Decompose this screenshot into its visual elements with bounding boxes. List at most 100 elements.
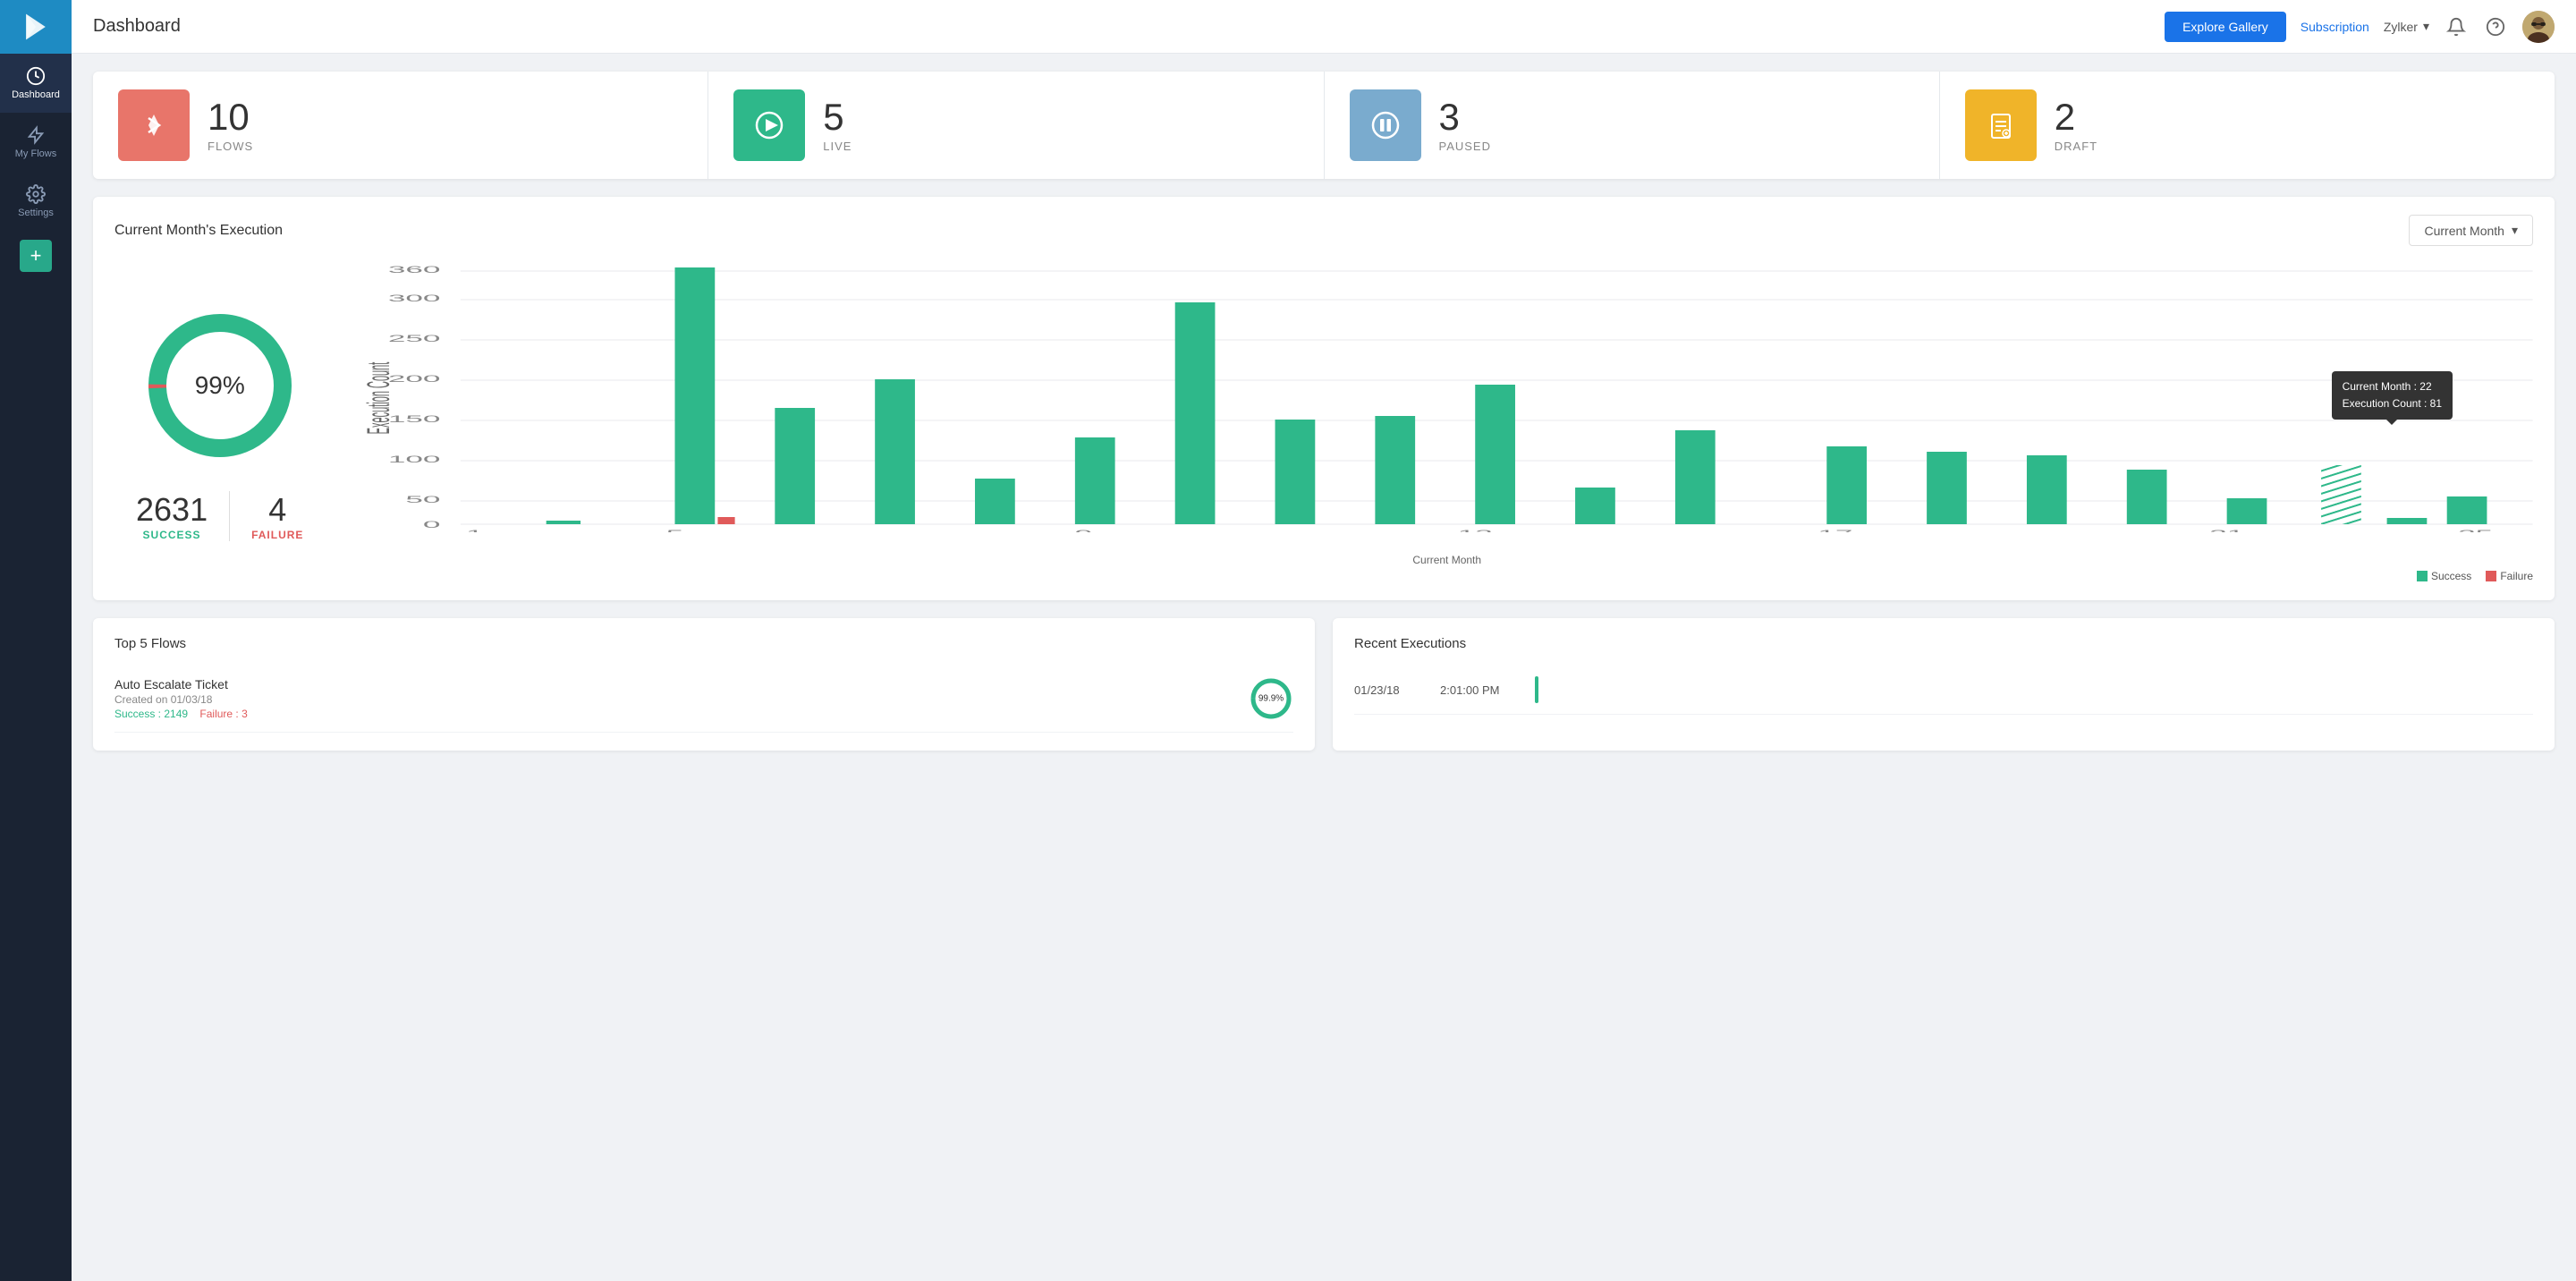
settings-icon: [26, 184, 46, 204]
exec-time: 2:01:00 PM: [1440, 683, 1521, 697]
execution-chart-section: Current Month's Execution Current Month …: [93, 197, 2555, 600]
exec-row[interactable]: 01/23/18 2:01:00 PM: [1354, 666, 2533, 715]
stat-card-live[interactable]: 5 LIVE: [708, 72, 1324, 179]
donut-percentage: 99%: [195, 371, 245, 400]
flows-icon: [118, 89, 190, 161]
success-count: 2631 SUCCESS: [114, 491, 230, 541]
chevron-down-icon: ▾: [2512, 223, 2518, 238]
bar-chart-svg: 360 300 250 200 150 100 50 0 Execution C…: [360, 264, 2533, 532]
user-menu[interactable]: Zylker ▾: [2384, 19, 2429, 34]
live-info: 5 LIVE: [823, 98, 852, 153]
draft-icon: [1965, 89, 2037, 161]
flows-label: FLOWS: [208, 140, 253, 153]
sidebar-item-label: Settings: [18, 208, 54, 218]
success-label: SUCCESS: [136, 529, 208, 541]
live-icon: [733, 89, 805, 161]
paused-icon: [1350, 89, 1421, 161]
header: Dashboard Explore Gallery Subscription Z…: [72, 0, 2576, 54]
svg-text:1: 1: [466, 528, 484, 532]
sidebar-item-myflows[interactable]: My Flows: [0, 113, 72, 172]
period-dropdown[interactable]: Current Month ▾: [2409, 215, 2533, 246]
notification-icon[interactable]: [2444, 14, 2469, 39]
live-number: 5: [823, 98, 852, 136]
bottom-row: Top 5 Flows Auto Escalate Ticket Created…: [93, 618, 2555, 751]
explore-gallery-button[interactable]: Explore Gallery: [2165, 12, 2286, 42]
paused-label: PAUSED: [1439, 140, 1492, 153]
user-label: Zylker: [2384, 20, 2418, 34]
bar-chart-wrapper: 360 300 250 200 150 100 50 0 Execution C…: [360, 264, 2533, 550]
avatar[interactable]: [2522, 11, 2555, 43]
draft-info: 2 DRAFT: [2055, 98, 2097, 153]
svg-text:300: 300: [388, 293, 441, 304]
exec-date: 01/23/18: [1354, 683, 1426, 697]
chevron-down-icon: ▾: [2423, 19, 2429, 34]
stats-row: 10 FLOWS 5 LIVE: [93, 72, 2555, 179]
success-legend-label: Success: [2431, 570, 2471, 582]
myflows-icon: [26, 125, 46, 145]
draft-label: DRAFT: [2055, 140, 2097, 153]
sidebar: Dashboard My Flows Settings +: [0, 0, 72, 1281]
svg-text:100: 100: [388, 454, 441, 465]
chart-x-label: Current Month: [360, 554, 2533, 566]
stat-counts: 2631 SUCCESS 4 FAILURE: [114, 491, 325, 541]
recent-title: Recent Executions: [1354, 636, 2533, 651]
stat-card-flows[interactable]: 10 FLOWS: [93, 72, 708, 179]
dashboard-icon: [26, 66, 46, 86]
help-icon[interactable]: [2483, 14, 2508, 39]
draft-number: 2: [2055, 98, 2097, 136]
page-title: Dashboard: [93, 16, 2150, 37]
svg-text:13: 13: [1458, 528, 1493, 532]
flow-stats: Success : 2149 Failure : 3: [114, 708, 248, 720]
bar-chart-section: 360 300 250 200 150 100 50 0 Execution C…: [360, 264, 2533, 582]
paused-info: 3 PAUSED: [1439, 98, 1492, 153]
stat-card-paused[interactable]: 3 PAUSED: [1325, 72, 1940, 179]
chart-legend: Success Failure: [360, 570, 2533, 582]
failure-count: 4 FAILURE: [230, 491, 325, 541]
mini-donut-label: 99.9%: [1258, 694, 1284, 704]
main-area: Dashboard Explore Gallery Subscription Z…: [72, 0, 2576, 1281]
logo-icon: [20, 11, 52, 43]
flows-number: 10: [208, 98, 253, 136]
dropdown-label: Current Month: [2424, 224, 2504, 238]
failure-number: 4: [251, 491, 303, 529]
svg-text:360: 360: [388, 264, 441, 276]
sidebar-logo[interactable]: [0, 0, 72, 54]
add-button[interactable]: +: [20, 240, 52, 272]
svg-text:5: 5: [666, 528, 684, 532]
flow-success: Success : 2149: [114, 708, 188, 720]
subscription-link[interactable]: Subscription: [2301, 20, 2369, 34]
donut-chart: 99%: [140, 305, 301, 466]
recent-executions-card: Recent Executions 01/23/18 2:01:00 PM: [1333, 618, 2555, 751]
success-number: 2631: [136, 491, 208, 529]
svg-text:21: 21: [2210, 528, 2245, 532]
top5-flows-card: Top 5 Flows Auto Escalate Ticket Created…: [93, 618, 1315, 751]
svg-text:9: 9: [1075, 528, 1093, 532]
flow-name: Auto Escalate Ticket: [114, 677, 248, 691]
sidebar-item-dashboard[interactable]: Dashboard: [0, 54, 72, 113]
sidebar-item-settings[interactable]: Settings: [0, 172, 72, 231]
live-label: LIVE: [823, 140, 852, 153]
top5-title: Top 5 Flows: [114, 636, 1293, 651]
flows-info: 10 FLOWS: [208, 98, 253, 153]
svg-text:0: 0: [423, 519, 441, 530]
sidebar-item-label: Dashboard: [12, 89, 60, 100]
failure-legend: Failure: [2486, 570, 2533, 582]
flow-created: Created on 01/03/18: [114, 693, 248, 706]
flow-item[interactable]: Auto Escalate Ticket Created on 01/03/18…: [114, 666, 1293, 733]
paused-number: 3: [1439, 98, 1492, 136]
flow-failure: Failure : 3: [199, 708, 247, 720]
svg-text:17: 17: [1818, 528, 1853, 532]
chart-body: 99% 2631 SUCCESS 4 FAILURE: [114, 264, 2533, 582]
svg-text:25: 25: [2459, 528, 2494, 532]
exec-status-bar: [1535, 676, 1538, 703]
chart-header: Current Month's Execution Current Month …: [114, 215, 2533, 246]
stat-card-draft[interactable]: 2 DRAFT: [1940, 72, 2555, 179]
mini-donut: 99.9%: [1249, 676, 1293, 721]
success-legend: Success: [2417, 570, 2471, 582]
svg-text:Execution Count: Execution Count: [360, 361, 396, 434]
failure-label: FAILURE: [251, 529, 303, 541]
flow-details: Auto Escalate Ticket Created on 01/03/18…: [114, 677, 248, 720]
failure-legend-label: Failure: [2500, 570, 2533, 582]
svg-text:50: 50: [406, 494, 441, 505]
sidebar-item-label: My Flows: [15, 148, 56, 159]
